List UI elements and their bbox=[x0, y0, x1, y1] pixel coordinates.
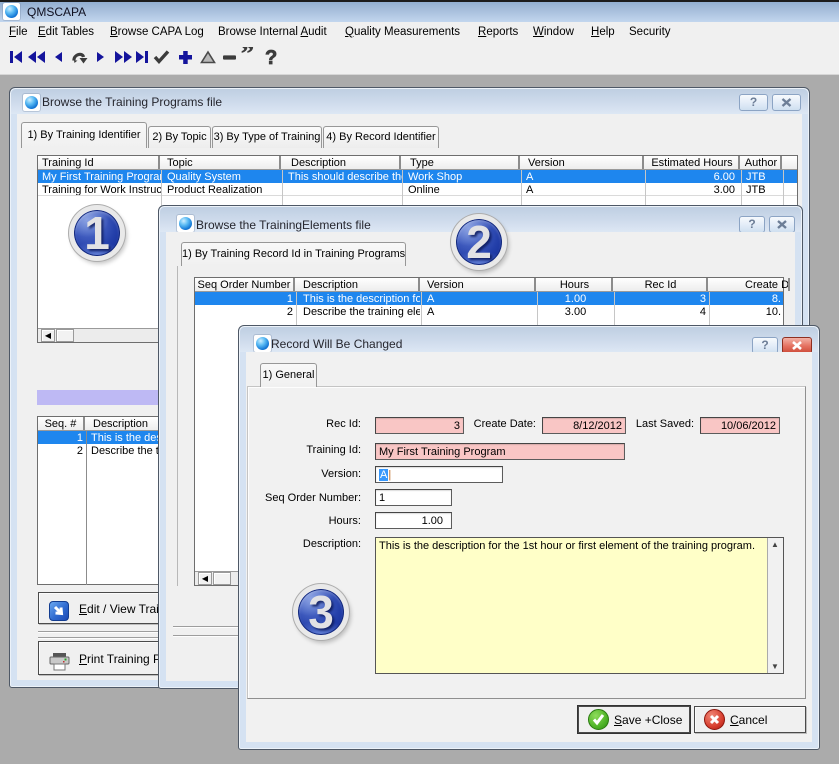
svg-text:?: ? bbox=[265, 47, 277, 67]
svg-text:”: ” bbox=[241, 47, 254, 67]
